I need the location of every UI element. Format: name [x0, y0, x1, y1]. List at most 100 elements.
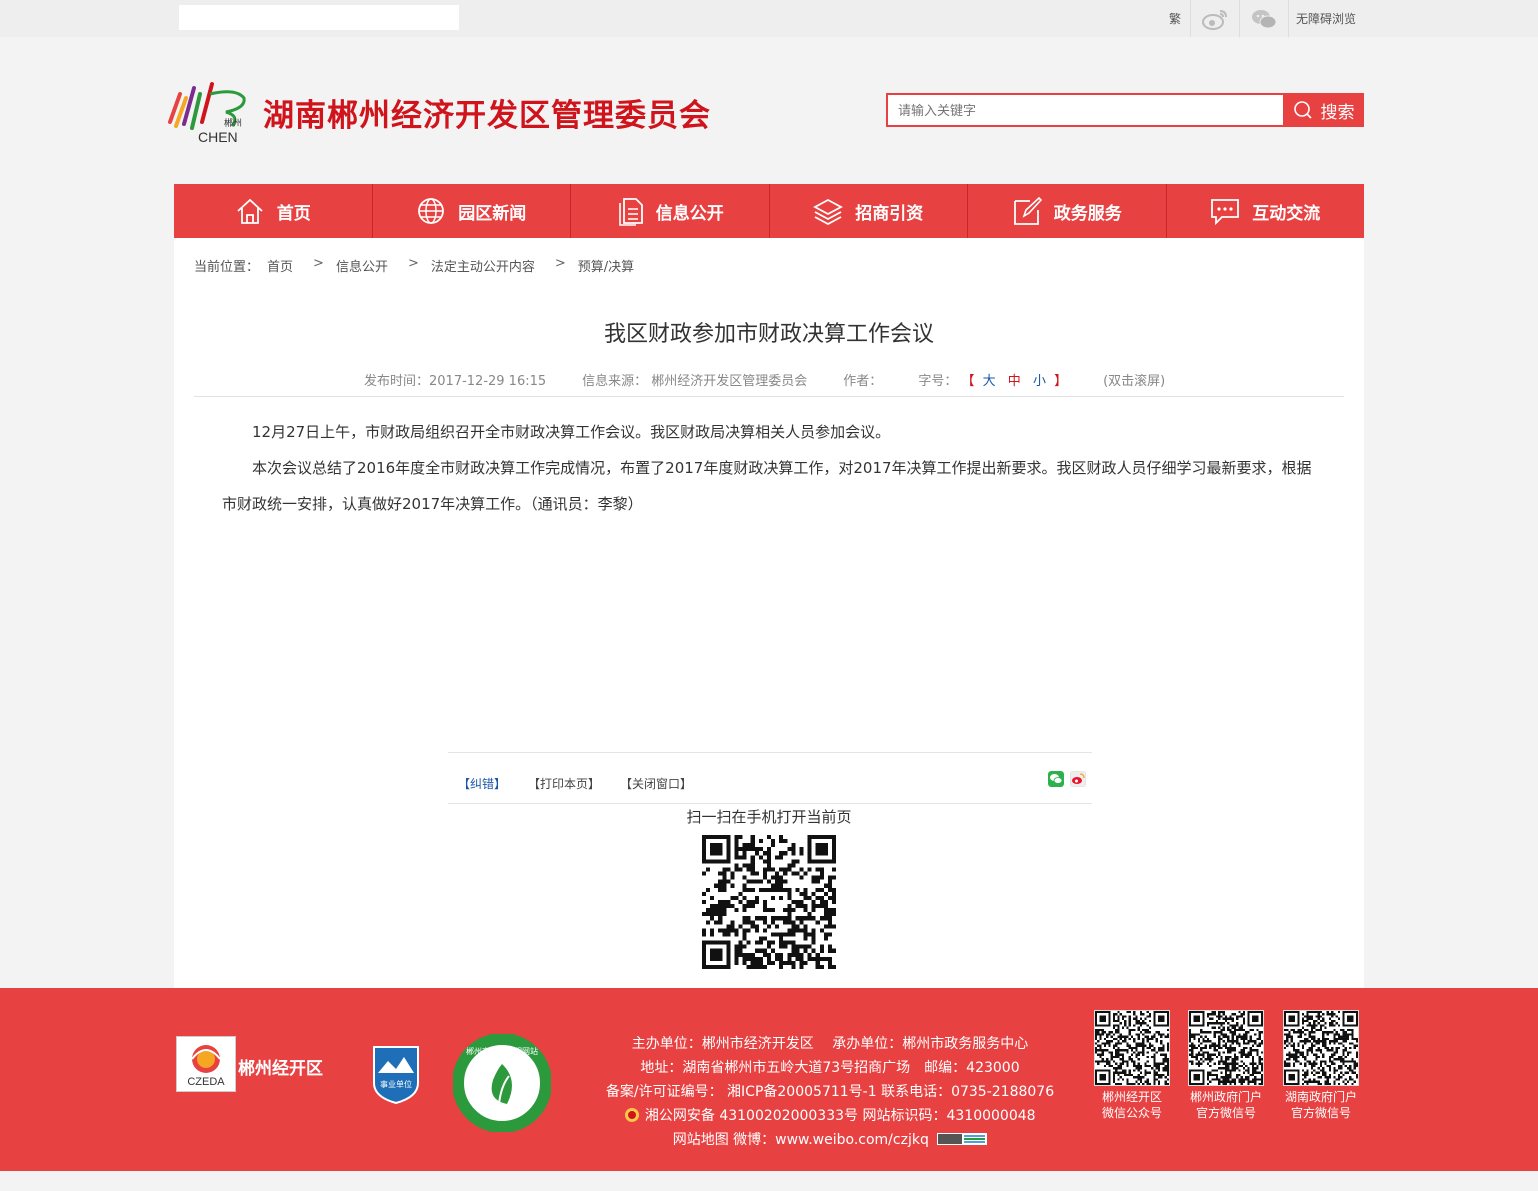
article-tools: 【纠错】 【打印本页】 【关闭窗口】	[448, 752, 1092, 804]
home-icon	[237, 198, 263, 224]
nav-item-interaction[interactable]: 互动交流	[1165, 184, 1365, 238]
divider	[194, 396, 1344, 397]
layers-icon	[813, 198, 844, 225]
footer-sitemap-row: 网站地图 微博：www.weibo.com/czjkq	[570, 1128, 1090, 1152]
nav-item-park-news[interactable]: 园区新闻	[371, 184, 571, 238]
nav-item-home[interactable]: 首页	[174, 184, 372, 238]
nav-label: 互动交流	[1252, 203, 1321, 224]
article-body: 12月27日上午，市财政局组织召开全市财政决算工作会议。我区财政局决算相关人员参…	[222, 414, 1318, 522]
footer-police-text: 湘公网安备 43100202000333号 网站标识码：4310000048	[644, 1108, 1036, 1124]
top-bar-tools: 繁 无障碍浏览	[1160, 0, 1363, 37]
close-window-link[interactable]: 【关闭窗口】	[620, 775, 692, 792]
top-bar-blank-area	[179, 5, 459, 30]
search-button-label: 搜索	[1320, 102, 1355, 123]
article-paragraph: 本次会议总结了2016年度全市财政决算工作完成情况，布置了2017年度财政决算工…	[222, 459, 1312, 513]
article-paragraph: 12月27日上午，市财政局组织召开全市财政决算工作会议。我区财政局决算相关人员参…	[252, 423, 891, 441]
civilized-website-seal[interactable]: 郴州市创建文明网站	[453, 1034, 551, 1132]
qr-label: 官方微信号	[1195, 1106, 1256, 1120]
footer: CZEDA 郴州经开区 事业单位 郴州市创建文明网站 主办单位：郴州市经济开发区…	[0, 988, 1538, 1171]
qr-code	[1188, 1010, 1264, 1086]
site-title: 湖南郴州经济开发区管理委员会	[263, 98, 711, 134]
font-size-large[interactable]: 大	[983, 374, 996, 389]
nav-label: 首页	[276, 203, 311, 224]
info-source: 信息来源： 郴州经济开发区管理委员会	[582, 374, 808, 389]
header: 郴州 CHEN 湖南郴州经济开发区管理委员会 搜索	[0, 37, 1538, 184]
wechat-icon	[1252, 9, 1277, 28]
breadcrumb: 当前位置： 首页 > 信息公开 > 法定主动公开内容 > 预算/决算	[194, 256, 642, 275]
print-link[interactable]: 【打印本页】	[528, 775, 600, 792]
breadcrumb-label: 当前位置：	[194, 260, 260, 275]
bracket-open: 【	[961, 374, 975, 389]
share-buttons	[1048, 771, 1086, 787]
footer-qr-czeda: 郴州经开区 微信公众号	[1094, 1010, 1170, 1121]
wechat-share-icon[interactable]	[1048, 771, 1064, 787]
bottom-strip	[0, 1171, 1538, 1191]
nav-item-gov-services[interactable]: 政务服务	[967, 184, 1166, 238]
font-size-label: 字号：	[918, 374, 958, 389]
nav-label: 招商引资	[855, 203, 924, 224]
qr-code	[1094, 1010, 1170, 1086]
qr-label: 微信公众号	[1101, 1106, 1162, 1120]
top-bar: 繁 无障碍浏览	[0, 0, 1538, 37]
scroll-hint: (双击滚屏)	[1103, 374, 1166, 389]
wechat-link[interactable]	[1239, 0, 1288, 37]
search-button[interactable]: 搜索	[1283, 93, 1364, 127]
footer-sponsor: 主办单位：郴州市经济开发区 承办单位：郴州市政务服务中心	[631, 1036, 1029, 1052]
font-size-small[interactable]: 小	[1033, 374, 1046, 389]
edit-icon	[1013, 196, 1042, 225]
search-input[interactable]	[886, 93, 1295, 127]
nav-label: 政务服务	[1053, 203, 1122, 224]
author: 作者：	[843, 374, 883, 389]
footer-sitemap[interactable]: 网站地图 微博：www.weibo.com/czjkq	[673, 1132, 929, 1148]
accessibility-link[interactable]: 无障碍浏览	[1288, 0, 1363, 37]
weibo-icon	[1202, 9, 1227, 30]
public-institution-badge[interactable]: 事业单位	[370, 1043, 422, 1105]
cnzz-stat-icon[interactable]	[937, 1133, 988, 1145]
traditional-chinese-link[interactable]: 繁	[1160, 0, 1190, 37]
breadcrumb-item[interactable]: 首页	[267, 256, 293, 275]
font-size-control: 字号： 【 大 中 小 】	[918, 370, 1067, 389]
breadcrumb-separator: >	[554, 256, 566, 271]
footer-brand: 郴州经开区	[238, 1059, 323, 1079]
qr-label: 郴州经开区	[1101, 1090, 1162, 1104]
svg-text:CZEDA: CZEDA	[187, 1076, 225, 1088]
nav-item-investment[interactable]: 招商引资	[768, 184, 968, 238]
document-icon	[618, 198, 643, 226]
page-qr-code	[702, 835, 836, 969]
svg-text:CHEN: CHEN	[198, 129, 238, 145]
article-content: 当前位置： 首页 > 信息公开 > 法定主动公开内容 > 预算/决算 我区财政参…	[174, 238, 1364, 988]
chat-icon	[1211, 199, 1240, 225]
article-meta: 发布时间：2017-12-29 16:15 信息来源： 郴州经济开发区管理委员会…	[364, 370, 1165, 389]
weibo-link[interactable]	[1190, 0, 1239, 37]
footer-info: 主办单位：郴州市经济开发区 承办单位：郴州市政务服务中心 地址：湖南省郴州市五岭…	[570, 1032, 1090, 1152]
svg-text:事业单位: 事业单位	[380, 1079, 412, 1089]
breadcrumb-separator: >	[313, 256, 324, 271]
nav-item-info-disclosure[interactable]: 信息公开	[570, 184, 769, 238]
bracket-close: 】	[1054, 374, 1068, 389]
font-size-medium[interactable]: 中	[1008, 374, 1021, 389]
qr-label: 郴州政府门户	[1189, 1090, 1262, 1104]
weibo-share-icon[interactable]	[1070, 771, 1086, 787]
svg-text:郴州市创建文明网站: 郴州市创建文明网站	[466, 1046, 538, 1056]
article-title: 我区财政参加市财政决算工作会议	[603, 322, 934, 347]
qr-code	[1283, 1010, 1359, 1086]
czeda-logo[interactable]: CZEDA	[176, 1036, 236, 1092]
qr-label: 官方微信号	[1290, 1106, 1351, 1120]
qr-caption: 扫一扫在手机打开当前页	[686, 808, 852, 826]
breadcrumb-separator: >	[407, 256, 419, 271]
breadcrumb-item[interactable]: 信息公开	[336, 256, 388, 275]
chenzhou-logo[interactable]: 郴州 CHEN	[166, 74, 248, 146]
footer-police-record[interactable]: 湘公网安备 43100202000333号 网站标识码：4310000048	[570, 1104, 1090, 1128]
correct-link[interactable]: 【纠错】	[458, 775, 506, 792]
footer-address: 地址：湖南省郴州市五岭大道73号招商广场 邮编：423000	[640, 1060, 1020, 1076]
search-box: 搜索	[886, 93, 1364, 127]
nav-label: 园区新闻	[458, 203, 527, 224]
search-icon	[1293, 101, 1312, 119]
nav-label: 信息公开	[655, 203, 724, 224]
footer-qr-hunan-gov: 湖南政府门户 官方微信号	[1283, 1010, 1359, 1121]
breadcrumb-item[interactable]: 预算/决算	[578, 256, 634, 275]
footer-icp[interactable]: 备案/许可证编号： 湘ICP备20005711号-1 联系电话：0735-218…	[570, 1080, 1090, 1104]
police-badge-icon	[625, 1108, 640, 1122]
breadcrumb-item[interactable]: 法定主动公开内容	[431, 256, 535, 275]
qr-label: 湖南政府门户	[1284, 1090, 1357, 1104]
